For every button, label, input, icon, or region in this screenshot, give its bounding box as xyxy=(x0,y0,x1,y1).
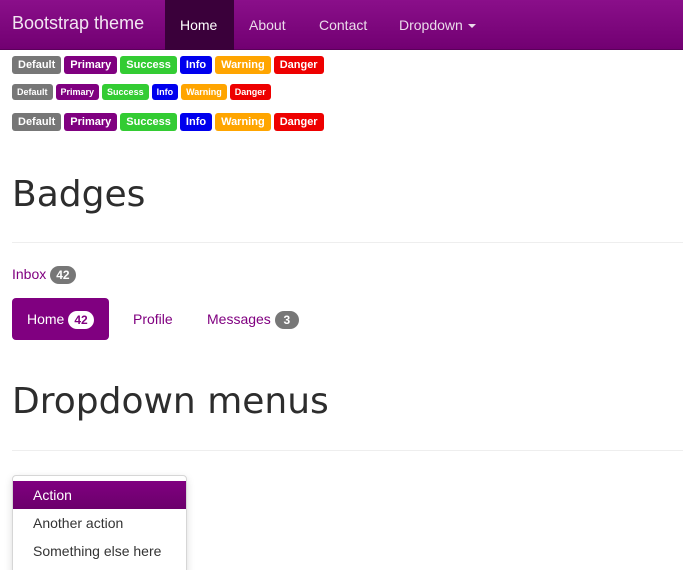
nav-item-contact[interactable]: Contact xyxy=(304,0,382,50)
label-info: Info xyxy=(151,84,179,100)
label-default: Default xyxy=(12,84,53,100)
label-default: Default xyxy=(12,113,62,131)
label-success: Success xyxy=(102,84,149,100)
inbox-badge: 42 xyxy=(50,266,76,285)
label-primary: Primary xyxy=(64,113,118,131)
label-warning: Warning xyxy=(215,113,271,131)
caret-down-icon xyxy=(467,24,476,29)
divider xyxy=(12,450,683,451)
label-danger: Danger xyxy=(273,56,324,74)
inbox-link[interactable]: Inbox 42 xyxy=(12,266,76,285)
label-primary: Primary xyxy=(64,56,118,74)
labels-row-large: Default Primary Success Info Warning Dan… xyxy=(12,56,324,74)
label-default: Default xyxy=(12,56,62,74)
label-warning: Warning xyxy=(215,56,271,74)
navbar-brand[interactable]: Bootstrap theme xyxy=(12,13,144,34)
labels-row-small: Default Primary Success Info Warning Dan… xyxy=(12,84,271,100)
label-warning: Warning xyxy=(181,84,227,100)
navbar: Bootstrap theme Home About Contact Dropd… xyxy=(0,0,683,50)
label-primary: Primary xyxy=(55,84,100,100)
nav-item-dropdown[interactable]: Dropdown xyxy=(384,0,491,50)
pill-profile[interactable]: Profile xyxy=(118,298,188,340)
label-info: Info xyxy=(179,113,213,131)
pill-home-badge: 42 xyxy=(68,311,94,330)
nav-item-home[interactable]: Home xyxy=(165,0,234,50)
nav-item-dropdown-label: Dropdown xyxy=(399,17,463,33)
pill-home-label: Home xyxy=(27,311,65,327)
badges-heading: Badges xyxy=(12,174,146,215)
label-danger: Danger xyxy=(273,113,324,131)
dropdown-heading: Dropdown menus xyxy=(12,381,329,422)
inbox-label: Inbox xyxy=(12,266,47,282)
dropdown-item-action[interactable]: Action xyxy=(13,481,186,509)
dropdown-item-something-else[interactable]: Something else here xyxy=(13,537,186,565)
pill-home[interactable]: Home 42 xyxy=(12,298,109,340)
pill-messages-label: Messages xyxy=(207,311,271,327)
pill-profile-label: Profile xyxy=(133,311,173,327)
label-success: Success xyxy=(120,56,177,74)
label-success: Success xyxy=(120,113,177,131)
pill-messages[interactable]: Messages 3 xyxy=(192,298,314,340)
nav-item-about[interactable]: About xyxy=(234,0,301,50)
dropdown-item-another-action[interactable]: Another action xyxy=(13,509,186,537)
divider xyxy=(12,242,683,243)
labels-row-large-2: Default Primary Success Info Warning Dan… xyxy=(12,113,324,131)
dropdown-menu: Action Another action Something else her… xyxy=(12,475,187,570)
pill-messages-badge: 3 xyxy=(274,311,299,330)
label-info: Info xyxy=(179,56,213,74)
label-danger: Danger xyxy=(229,84,271,100)
